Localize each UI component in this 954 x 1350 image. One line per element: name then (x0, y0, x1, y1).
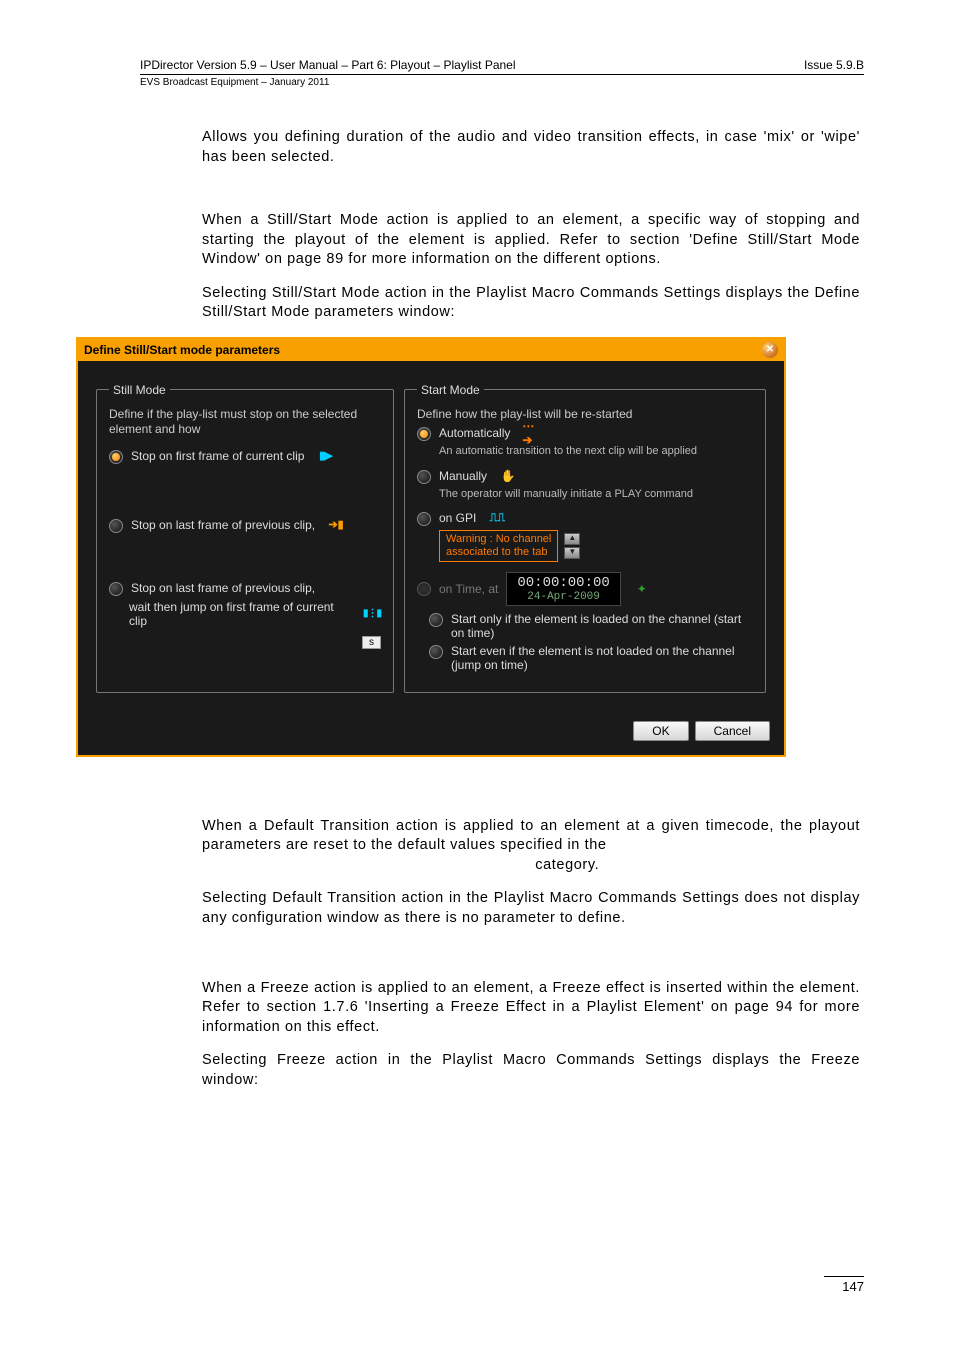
para-default-transition-3: Selecting Default Transition action in t… (202, 889, 860, 928)
gpi-warning-line2: associated to the tab (446, 546, 551, 559)
start-mode-legend: Start Mode (417, 383, 484, 397)
still-opt-wait-jump-label1: Stop on last frame of previous clip, (131, 581, 315, 595)
start-opt-manual-label: Manually (439, 469, 487, 483)
still-opt-first-frame-label: Stop on first frame of current clip (131, 449, 304, 463)
start-opt-auto[interactable]: Automatically ⋯➔ (417, 426, 753, 441)
start-sub-startonly[interactable]: Start only if the element is loaded on t… (429, 612, 753, 640)
spinner-up-icon[interactable]: ▲ (564, 533, 580, 545)
dialog-title: Define Still/Start mode parameters (84, 343, 280, 357)
still-opt-last-frame[interactable]: Stop on last frame of previous clip, ➔▮ (109, 518, 381, 533)
start-mode-group: Start Mode Define how the play-list will… (404, 383, 766, 693)
header-sub: EVS Broadcast Equipment – January 2011 (140, 77, 864, 88)
still-opt-last-frame-label: Stop on last frame of previous clip, (131, 518, 315, 532)
gpi-icon: ⎍⎍ (488, 511, 506, 525)
radio-icon (417, 582, 431, 596)
header-left: IPDirector Version 5.9 – User Manual – P… (140, 58, 516, 72)
still-mode-legend: Still Mode (109, 383, 170, 397)
start-opt-manual-sub: The operator will manually initiate a PL… (439, 488, 753, 502)
start-sub-starteven-label: Start even if the element is not loaded … (451, 644, 753, 672)
gpi-warning: Warning : No channel associated to the t… (439, 530, 558, 561)
radio-icon[interactable] (429, 645, 443, 659)
para-duration: Allows you defining duration of the audi… (202, 128, 860, 167)
radio-icon[interactable] (109, 582, 123, 596)
para-default-transition-1: When a Default Transition action is appl… (202, 817, 860, 856)
ok-button[interactable]: OK (633, 721, 688, 741)
dialog-titlebar: Define Still/Start mode parameters ✕ (78, 339, 784, 361)
timecode-field[interactable]: 00:00:00:00 24-Apr-2009 (506, 572, 620, 606)
start-opt-ontime: on Time, at 00:00:00:00 24-Apr-2009 ✦ (417, 572, 753, 606)
still-opt-wait-jump-label2: wait then jump on first frame of current… (129, 600, 353, 628)
header-right: Issue 5.9.B (804, 58, 864, 72)
hand-icon: ✋ (499, 469, 517, 483)
para-default-transition-2: category. (202, 856, 860, 876)
radio-icon[interactable] (429, 613, 443, 627)
time-picker-icon[interactable]: ✦ (633, 582, 651, 596)
define-stillstart-dialog: Define Still/Start mode parameters ✕ Sti… (76, 337, 786, 757)
start-opt-gpi-label: on GPI (439, 511, 476, 525)
wait-jump-icon: ▮⋮▮ (363, 607, 381, 621)
para-freeze-2: Selecting Freeze action in the Playlist … (202, 1051, 860, 1090)
radio-icon[interactable] (109, 450, 123, 464)
still-opt-first-frame[interactable]: Stop on first frame of current clip ▮▶ (109, 449, 381, 464)
radio-icon[interactable] (417, 512, 431, 526)
radio-icon[interactable] (417, 470, 431, 484)
timecode-date: 24-Apr-2009 (517, 591, 609, 603)
start-sub-startonly-label: Start only if the element is loaded on t… (451, 612, 753, 640)
para-stillstart-intro: When a Still/Start Mode action is applie… (202, 211, 860, 270)
para-stillstart-select: Selecting Still/Start Mode action in the… (202, 284, 860, 323)
auto-arrow-icon: ⋯➔ (522, 426, 540, 440)
spinner-down-icon[interactable]: ▼ (564, 547, 580, 559)
start-opt-auto-label: Automatically (439, 426, 510, 440)
start-opt-ontime-label: on Time, at (439, 582, 498, 596)
last-frame-icon: ➔▮ (327, 518, 345, 532)
timecode-value: 00:00:00:00 (517, 575, 609, 591)
first-frame-icon: ▮▶ (316, 449, 334, 463)
start-sub-starteven[interactable]: Start even if the element is not loaded … (429, 644, 753, 672)
radio-icon[interactable] (417, 427, 431, 441)
start-opt-auto-sub: An automatic transition to the next clip… (439, 445, 753, 459)
page-number: 147 (824, 1276, 864, 1294)
cancel-button[interactable]: Cancel (695, 721, 770, 741)
still-mode-desc: Define if the play-list must stop on the… (109, 407, 381, 437)
start-mode-desc: Define how the play-list will be re-star… (417, 407, 753, 422)
still-mode-group: Still Mode Define if the play-list must … (96, 383, 394, 693)
start-opt-manual[interactable]: Manually ✋ (417, 469, 753, 484)
close-icon[interactable]: ✕ (762, 342, 778, 358)
gpi-warning-line1: Warning : No channel (446, 533, 551, 546)
gpi-spinner[interactable]: ▲ ▼ (564, 533, 580, 559)
page-header: IPDirector Version 5.9 – User Manual – P… (140, 58, 864, 75)
s-button[interactable]: s (362, 636, 381, 649)
para-freeze-1: When a Freeze action is applied to an el… (202, 979, 860, 1038)
start-opt-gpi[interactable]: on GPI ⎍⎍ (417, 511, 753, 526)
still-opt-wait-jump[interactable]: Stop on last frame of previous clip, (109, 581, 381, 596)
radio-icon[interactable] (109, 519, 123, 533)
dialog-footer: OK Cancel (78, 711, 784, 755)
